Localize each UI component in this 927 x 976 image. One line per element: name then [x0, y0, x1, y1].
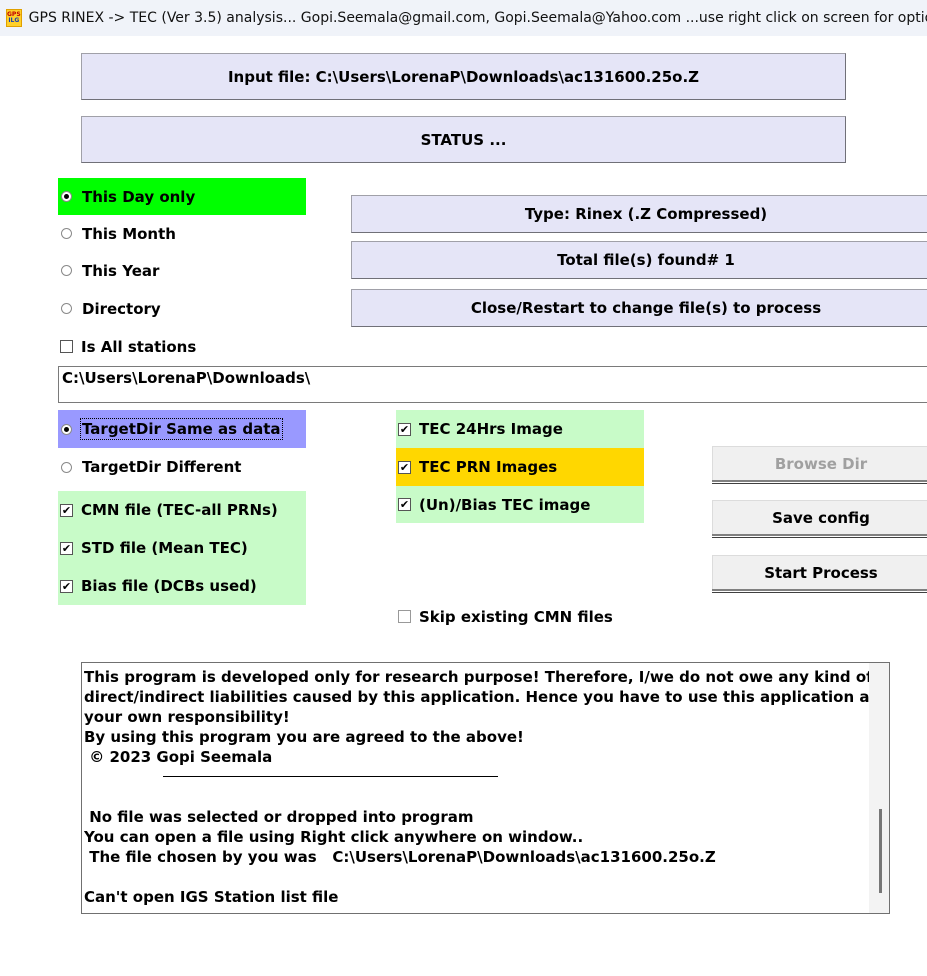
checkbox-label: Is All stations	[81, 337, 197, 356]
radio-targetdir-different[interactable]: TargetDir Different	[58, 448, 306, 486]
checkbox-checked-icon: ✔	[60, 503, 73, 517]
radio-this-year[interactable]: This Year	[58, 252, 306, 289]
input-file-panel: Input file: C:\Users\LorenaP\Downloads\a…	[81, 53, 846, 100]
checkbox-all-stations[interactable]: Is All stations	[58, 328, 306, 365]
log-line: © 2023 Gopi Seemala	[84, 748, 273, 766]
button-label: Save config	[772, 509, 870, 527]
directory-path-text: C:\Users\LorenaP\Downloads\	[62, 369, 311, 387]
checkbox-label: CMN file (TEC-all PRNs)	[81, 501, 278, 519]
radio-icon	[61, 228, 72, 239]
checkbox-tec-24hrs-image[interactable]: ✔ TEC 24Hrs Image	[396, 410, 644, 448]
checkbox-cmn-file[interactable]: ✔ CMN file (TEC-all PRNs)	[58, 491, 306, 529]
directory-path-input[interactable]: C:\Users\LorenaP\Downloads\	[58, 366, 927, 403]
log-line: Can't open IGS Station list file	[84, 888, 339, 906]
log-line: your own responsibility!	[84, 708, 290, 726]
checkbox-tec-prn-images[interactable]: ✔ TEC PRN Images	[396, 448, 644, 486]
total-files-label: Total file(s) found# 1	[557, 251, 735, 269]
checkbox-label: Bias file (DCBs used)	[81, 577, 257, 595]
log-line: No file was selected or dropped into pro…	[84, 808, 474, 826]
radio-label: This Year	[82, 261, 160, 280]
start-process-button[interactable]: Start Process	[711, 554, 927, 592]
checkbox-label: TEC 24Hrs Image	[419, 420, 563, 438]
checkbox-checked-icon: ✔	[398, 498, 411, 511]
radio-selected-icon	[61, 423, 72, 435]
log-divider	[163, 776, 498, 777]
log-line: You can open a file using Right click an…	[84, 828, 584, 846]
log-textarea[interactable]: This program is developed only for resea…	[81, 662, 890, 914]
radio-icon	[61, 461, 72, 473]
radio-label: TargetDir Same as data	[80, 418, 283, 440]
checkbox-label: Skip existing CMN files	[419, 607, 613, 626]
checkbox-bias-file[interactable]: ✔ Bias file (DCBs used)	[58, 567, 306, 605]
radio-label: Directory	[82, 299, 161, 318]
radio-this-month[interactable]: This Month	[58, 215, 306, 252]
checkbox-label: TEC PRN Images	[419, 458, 558, 476]
type-panel: Type: Rinex (.Z Compressed)	[351, 195, 927, 233]
log-line: This program is developed only for resea…	[84, 668, 873, 686]
radio-icon	[61, 265, 72, 276]
app-icon-text-bottom: ILG	[8, 17, 20, 24]
radio-label: This Month	[82, 224, 176, 243]
log-scrollbar[interactable]	[869, 663, 889, 913]
checkbox-icon	[60, 340, 73, 353]
radio-label: This Day only	[82, 187, 196, 206]
input-file-label: Input file: C:\Users\LorenaP\Downloads\a…	[227, 67, 700, 86]
checkbox-label: STD file (Mean TEC)	[81, 539, 248, 557]
log-line: direct/indirect liabilities caused by th…	[84, 688, 877, 706]
scrollbar-thumb[interactable]	[879, 809, 882, 893]
log-line: By using this program you are agreed to …	[84, 728, 524, 746]
radio-icon	[61, 303, 72, 314]
checkbox-label: (Un)/Bias TEC image	[419, 495, 591, 514]
radio-targetdir-same[interactable]: TargetDir Same as data	[58, 410, 306, 448]
checkbox-std-file[interactable]: ✔ STD file (Mean TEC)	[58, 529, 306, 567]
checkbox-checked-icon: ✔	[60, 541, 73, 555]
log-line: The file chosen by you was C:\Users\Lore…	[84, 848, 716, 866]
checkbox-checked-icon: ✔	[398, 422, 411, 436]
radio-selected-icon	[61, 191, 72, 202]
close-restart-panel[interactable]: Close/Restart to change file(s) to proce…	[351, 289, 927, 327]
status-panel: STATUS ...	[81, 116, 846, 163]
radio-directory[interactable]: Directory	[58, 290, 306, 327]
title-bar: GPS ILG GPS RINEX -> TEC (Ver 3.5) analy…	[0, 0, 927, 36]
checkbox-bias-tec-image[interactable]: ✔ (Un)/Bias TEC image	[396, 486, 644, 523]
app-icon: GPS ILG	[6, 9, 22, 27]
total-files-panel: Total file(s) found# 1	[351, 241, 927, 279]
browse-dir-button[interactable]: Browse Dir	[711, 445, 927, 483]
radio-label: TargetDir Different	[82, 458, 242, 476]
button-label: Browse Dir	[774, 455, 868, 473]
checkbox-checked-icon: ✔	[398, 460, 411, 474]
window-title: GPS RINEX -> TEC (Ver 3.5) analysis... G…	[28, 10, 927, 26]
checkbox-skip-existing-cmn[interactable]: Skip existing CMN files	[396, 598, 656, 635]
save-config-button[interactable]: Save config	[711, 499, 927, 537]
type-label: Type: Rinex (.Z Compressed)	[524, 205, 768, 223]
close-restart-label: Close/Restart to change file(s) to proce…	[470, 299, 822, 317]
status-label: STATUS ...	[420, 130, 507, 149]
checkbox-icon	[398, 610, 411, 623]
radio-this-day-only[interactable]: This Day only	[58, 178, 306, 215]
checkbox-checked-icon: ✔	[60, 579, 73, 593]
button-label: Start Process	[764, 564, 878, 582]
